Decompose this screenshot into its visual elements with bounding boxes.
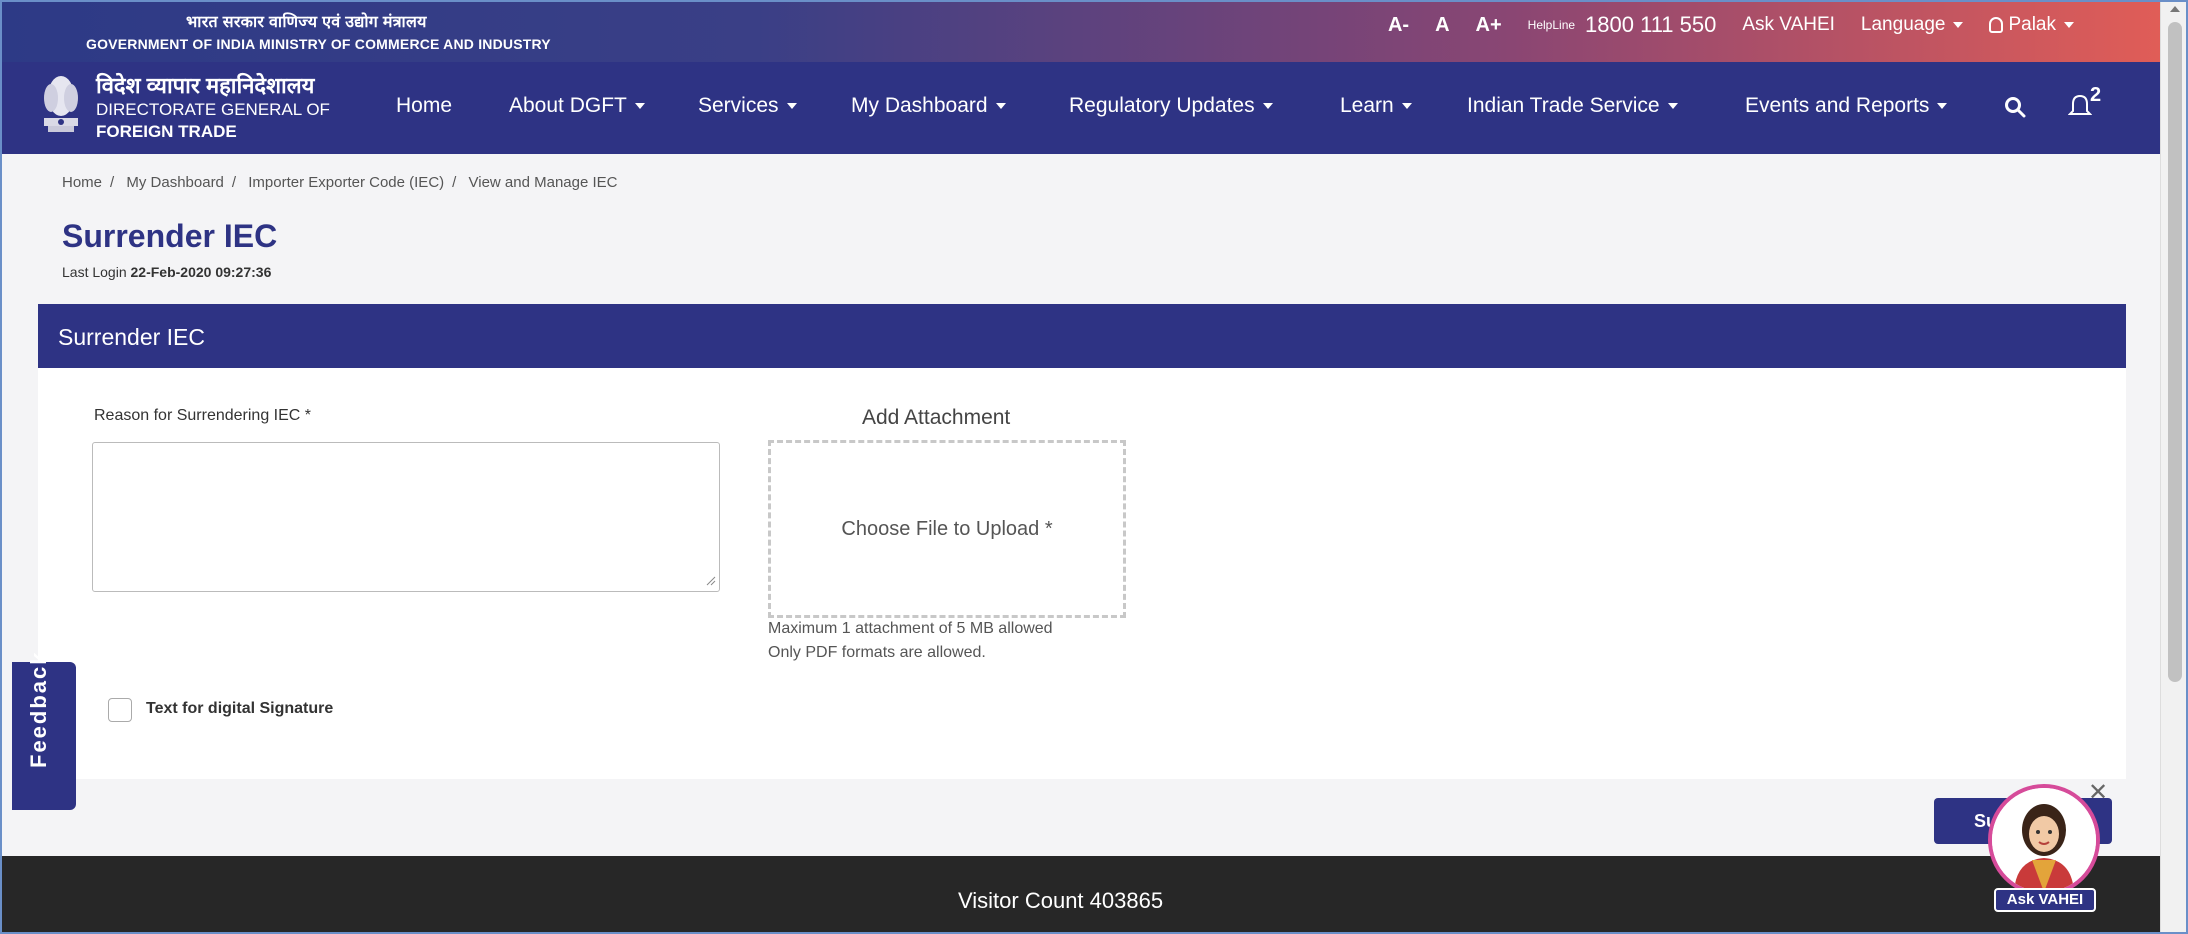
ask-vahei-label[interactable]: Ask VAHEI: [1994, 888, 2096, 912]
nav-item-regulatory-updates[interactable]: Regulatory Updates: [1069, 94, 1273, 118]
nav-label: My Dashboard: [851, 94, 988, 117]
chevron-down-icon: [2064, 22, 2074, 28]
nav-label: Indian Trade Service: [1467, 94, 1660, 117]
top-utility-bar: भारत सरकार वाणिज्य एवं उद्योग मंत्रालय G…: [0, 0, 2160, 62]
nav-item-indian-trade-service[interactable]: Indian Trade Service: [1467, 94, 1678, 118]
user-name: Palak: [2008, 14, 2056, 35]
user-menu[interactable]: Palak: [1989, 14, 2074, 36]
main-navbar: विदेश व्यापार महानिदेशालय DIRECTORATE GE…: [0, 62, 2160, 154]
government-english-text: GOVERNMENT OF INDIA MINISTRY OF COMMERCE…: [86, 36, 551, 52]
footer: Visitor Count 403865: [0, 856, 2160, 934]
reason-label: Reason for Surrendering IEC *: [94, 407, 311, 424]
close-icon[interactable]: ✕: [2088, 781, 2110, 805]
helpline-label: HelpLine: [1527, 18, 1576, 32]
breadcrumb-home[interactable]: Home: [62, 174, 102, 191]
font-decrease-button[interactable]: A-: [1388, 14, 1409, 37]
font-normal-button[interactable]: A: [1435, 14, 1449, 37]
ask-vahei-link[interactable]: Ask VAHEI: [1742, 14, 1835, 36]
attachment-title: Add Attachment: [862, 406, 1011, 429]
upload-label: Choose File to Upload *: [841, 517, 1053, 540]
nav-label: Regulatory Updates: [1069, 94, 1255, 117]
chevron-down-icon: [1953, 22, 1964, 28]
chevron-down-icon: [995, 103, 1006, 109]
breadcrumb-separator: /: [231, 174, 237, 191]
breadcrumb-my-dashboard[interactable]: My Dashboard: [126, 174, 224, 191]
brand-hindi[interactable]: विदेश व्यापार महानिदेशालय: [96, 70, 314, 100]
language-dropdown[interactable]: Language: [1861, 14, 1964, 36]
digital-signature-checkbox[interactable]: [108, 698, 132, 722]
breadcrumb-separator: /: [452, 174, 457, 191]
notification-count: 2: [2090, 84, 2102, 106]
helpline-number[interactable]: 1800 111 550: [1585, 12, 1716, 38]
nav-label: Home: [396, 94, 453, 117]
nav-item-services[interactable]: Services: [698, 94, 797, 118]
chatbot-avatar-icon: [1992, 788, 2096, 892]
search-icon[interactable]: [2004, 96, 2026, 118]
font-increase-button[interactable]: A+: [1476, 14, 1502, 37]
chevron-down-icon: [786, 103, 797, 109]
last-login-label: Last Login: [62, 264, 127, 280]
language-label: Language: [1860, 14, 1946, 35]
nav-item-about-dgft[interactable]: About DGFT: [509, 94, 645, 118]
chevron-down-icon: [1401, 103, 1412, 109]
last-login-value: 22-Feb-2020 09:27:36: [130, 264, 272, 280]
digital-signature-label[interactable]: Text for digital Signature: [146, 700, 333, 718]
nav-item-learn[interactable]: Learn: [1340, 94, 1412, 118]
nav-label: Services: [698, 94, 779, 117]
resize-grip-icon[interactable]: [706, 576, 716, 586]
national-emblem-icon[interactable]: [38, 72, 84, 138]
feedback-tab[interactable]: Feedback: [12, 651, 76, 810]
nav-label: About DGFT: [509, 94, 627, 117]
nav-label: Events and Reports: [1745, 94, 1930, 117]
file-upload-dropzone[interactable]: Choose File to Upload *: [768, 440, 1126, 618]
attachment-format-note: Only PDF formats are allowed.: [768, 644, 986, 661]
card-header: Surrender IEC: [38, 304, 2126, 368]
surrender-iec-card: Surrender IEC Reason for Surrendering IE…: [38, 304, 2126, 779]
chevron-down-icon: [1262, 103, 1273, 109]
nav-label: Learn: [1340, 94, 1394, 117]
visitor-count: Visitor Count 403865: [958, 888, 1164, 913]
chatbot-avatar[interactable]: [1988, 784, 2100, 896]
chevron-down-icon: [1937, 103, 1948, 109]
top-utility-links: A- A A+ HelpLine 1800 111 550 Ask VAHEI …: [1362, 12, 2074, 38]
nav-item-events-and-reports[interactable]: Events and Reports: [1745, 94, 1948, 118]
attachment-size-note: Maximum 1 attachment of 5 MB allowed: [768, 620, 1053, 637]
vertical-scrollbar[interactable]: [2160, 0, 2188, 934]
government-hindi-text: भारत सरकार वाणिज्य एवं उद्योग मंत्रालय: [186, 14, 427, 31]
scroll-thumb[interactable]: [2168, 22, 2182, 682]
chevron-down-icon: [634, 103, 645, 109]
reason-textarea[interactable]: [92, 442, 720, 592]
breadcrumb-separator: /: [110, 174, 115, 191]
bell-icon[interactable]: [2068, 92, 2092, 118]
breadcrumb: Home / My Dashboard / Importer Exporter Co…: [62, 174, 625, 191]
last-login: Last Login 22-Feb-2020 09:27:36: [62, 264, 271, 280]
brand-line-1[interactable]: DIRECTORATE GENERAL OF: [96, 100, 330, 120]
chevron-down-icon: [1667, 103, 1678, 109]
breadcrumb-current: View and Manage IEC: [468, 174, 618, 191]
brand-line-2[interactable]: FOREIGN TRADE: [96, 122, 237, 142]
breadcrumb-iec[interactable]: Importer Exporter Code (IEC): [248, 174, 444, 191]
user-icon: [1989, 17, 2004, 33]
scroll-up-arrow-icon[interactable]: [2170, 6, 2180, 12]
page-title: Surrender IEC: [62, 218, 278, 254]
nav-item-my-dashboard[interactable]: My Dashboard: [851, 94, 1006, 118]
feedback-label: Feedback: [26, 650, 51, 769]
nav-item-home[interactable]: Home: [396, 94, 452, 118]
